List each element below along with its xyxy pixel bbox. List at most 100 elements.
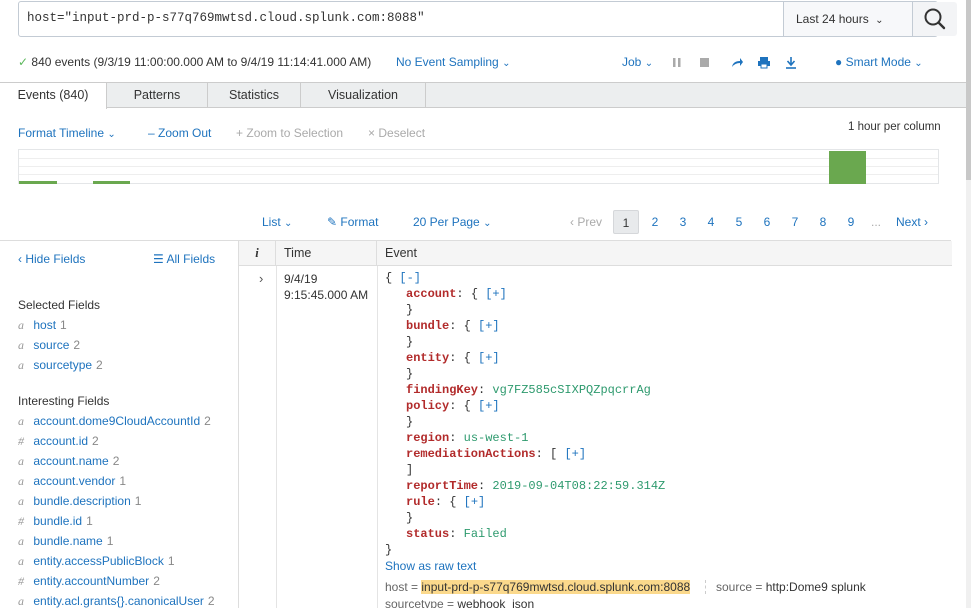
json-toggle[interactable]: [+] — [485, 287, 507, 301]
print-icon — [758, 57, 770, 69]
list-view-dropdown[interactable]: List ⌄ — [262, 215, 292, 229]
zoom-to-selection-button[interactable]: + Zoom to Selection — [236, 126, 343, 140]
json-toggle[interactable]: [-] — [399, 271, 421, 285]
json-key[interactable]: entity — [406, 351, 449, 365]
format-timeline-label: Format Timeline — [18, 126, 105, 140]
json-toggle[interactable]: [+] — [478, 399, 500, 413]
selected-fields-heading: Selected Fields — [18, 298, 101, 312]
field-item[interactable]: a entity.accessPublicBlock 1 — [18, 554, 175, 569]
json-key[interactable]: reportTime — [406, 479, 478, 493]
meta-sourcetype-value[interactable]: webhook_json — [457, 597, 534, 608]
json-line: findingKey: vg7FZ585cSIXPQZpqcrrAg — [406, 383, 651, 397]
meta-host-value[interactable]: input-prd-p-s77q769mwtsd.cloud.splunk.co… — [421, 580, 691, 594]
zoom-to-selection-label: Zoom to Selection — [246, 126, 344, 140]
search-mode-dropdown[interactable]: ● Smart Mode ⌄ — [835, 55, 923, 69]
field-count: 2 — [92, 434, 99, 448]
json-toggle[interactable]: [+] — [564, 447, 586, 461]
json-line: } — [406, 511, 413, 525]
field-item[interactable]: a account.dome9CloudAccountId 2 — [18, 414, 211, 429]
tab-events[interactable]: Events (840) — [0, 83, 107, 109]
field-item[interactable]: a bundle.description 1 — [18, 494, 141, 509]
tab-patterns[interactable]: Patterns — [107, 83, 207, 108]
page-4[interactable]: 4 — [698, 210, 724, 234]
tab-visualization[interactable]: Visualization — [300, 83, 426, 108]
meta-source-value[interactable]: http:Dome9 splunk — [766, 580, 866, 594]
expand-event-icon[interactable]: › — [259, 271, 263, 286]
json-key[interactable]: policy — [406, 399, 449, 413]
field-item[interactable]: # bundle.id 1 — [18, 514, 93, 529]
field-item[interactable]: a bundle.name 1 — [18, 534, 113, 549]
page-1[interactable]: 1 — [613, 210, 639, 234]
tab-statistics[interactable]: Statistics — [207, 83, 300, 108]
json-line: } — [385, 543, 392, 557]
stop-icon — [700, 58, 709, 67]
json-key[interactable]: remediationActions — [406, 447, 536, 461]
column-header-time[interactable]: Time — [276, 241, 377, 266]
json-toggle[interactable]: [+] — [464, 495, 486, 509]
all-fields-button[interactable]: ☰ All Fields — [153, 252, 215, 266]
scrollbar-thumb[interactable] — [966, 0, 971, 180]
page-2[interactable]: 2 — [642, 210, 668, 234]
search-button[interactable] — [912, 2, 957, 36]
minus-icon: – — [148, 126, 155, 140]
field-count: 1 — [60, 318, 67, 332]
prev-page-label: Prev — [577, 215, 603, 229]
export-button[interactable] — [784, 56, 798, 69]
next-page-button[interactable]: Next › — [896, 215, 928, 229]
field-type-icon: a — [18, 414, 24, 428]
json-key[interactable]: region — [406, 431, 449, 445]
column-header-event[interactable]: Event — [377, 241, 417, 266]
field-item[interactable]: a host 1 — [18, 318, 67, 333]
page-5[interactable]: 5 — [726, 210, 752, 234]
deselect-button[interactable]: × Deselect — [368, 126, 425, 140]
tab-events-label: Events (840) — [17, 88, 89, 102]
field-item[interactable]: a account.name 2 — [18, 454, 119, 469]
page-9[interactable]: 9 — [838, 210, 864, 234]
timeline-bar[interactable] — [19, 181, 57, 184]
json-value[interactable]: Failed — [464, 527, 507, 541]
print-button[interactable] — [757, 56, 771, 69]
format-timeline-dropdown[interactable]: Format Timeline ⌄ — [18, 126, 116, 140]
field-item[interactable]: a source 2 — [18, 338, 80, 353]
prev-page-button[interactable]: ‹ Prev — [570, 215, 602, 229]
share-icon — [732, 58, 743, 67]
page-8[interactable]: 8 — [810, 210, 836, 234]
json-key[interactable]: rule — [406, 495, 435, 509]
timeline-bar[interactable] — [93, 181, 130, 184]
pause-button[interactable] — [672, 57, 682, 68]
field-item[interactable]: # account.id 2 — [18, 434, 99, 449]
chevron-down-icon: ⌄ — [875, 15, 884, 26]
json-key[interactable]: bundle — [406, 319, 449, 333]
show-raw-text-link[interactable]: Show as raw text — [385, 559, 476, 573]
page-6[interactable]: 6 — [754, 210, 780, 234]
json-value[interactable]: 2019-09-04T08:22:59.314Z — [492, 479, 665, 493]
job-menu[interactable]: Job ⌄ — [622, 55, 653, 69]
json-toggle[interactable]: [+] — [478, 351, 500, 365]
page-7[interactable]: 7 — [782, 210, 808, 234]
json-toggle[interactable]: [+] — [478, 319, 500, 333]
field-item[interactable]: a entity.acl.grants{}.canonicalUser 2 — [18, 594, 215, 608]
per-page-dropdown[interactable]: 20 Per Page ⌄ — [413, 215, 491, 229]
json-value[interactable]: vg7FZ585cSIXPQZpqcrrAg — [492, 383, 650, 397]
json-key[interactable]: status — [406, 527, 449, 541]
page-3[interactable]: 3 — [670, 210, 696, 234]
timeline-bar[interactable] — [829, 151, 866, 184]
hide-fields-button[interactable]: ‹ Hide Fields — [18, 252, 85, 266]
timeline-chart[interactable] — [18, 149, 939, 184]
zoom-out-button[interactable]: – Zoom Out — [148, 126, 211, 140]
json-key[interactable]: findingKey — [406, 383, 478, 397]
field-item[interactable]: a sourcetype 2 — [18, 358, 103, 373]
field-name: host — [33, 318, 57, 332]
field-item[interactable]: a account.vendor 1 — [18, 474, 126, 489]
search-input[interactable]: host="input-prd-p-s77q769mwtsd.cloud.spl… — [27, 11, 425, 25]
stop-button[interactable] — [699, 57, 710, 68]
share-button[interactable] — [730, 56, 744, 69]
json-value[interactable]: us-west-1 — [464, 431, 529, 445]
json-key[interactable]: account — [406, 287, 456, 301]
event-sampling-dropdown[interactable]: No Event Sampling ⌄ — [396, 55, 510, 69]
timeline-scale-label: 1 hour per column — [848, 121, 941, 133]
field-item[interactable]: # entity.accountNumber 2 — [18, 574, 160, 589]
format-button[interactable]: ✎ Format — [327, 215, 378, 229]
search-bar[interactable]: host="input-prd-p-s77q769mwtsd.cloud.spl… — [18, 1, 957, 37]
time-range-picker[interactable]: Last 24 hours ⌄ — [783, 2, 912, 36]
